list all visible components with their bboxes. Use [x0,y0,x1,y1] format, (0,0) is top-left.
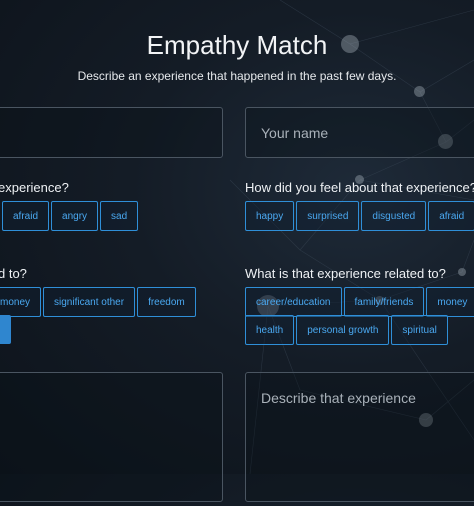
related-chip-personal-growth[interactable]: personal growth [296,315,390,345]
related-question: What is that experience related to? [245,266,446,281]
left-related-question: d to? [0,266,27,281]
left-name-input[interactable] [0,108,222,157]
name-input[interactable] [246,108,474,157]
left-feeling-chip-angry[interactable]: angry [51,201,99,231]
feeling-chip-afraid[interactable]: afraid [428,201,474,231]
page-subtitle: Describe an experience that happened in … [77,69,397,83]
describe-field[interactable] [245,372,474,502]
left-feeling-question: experience? [0,180,69,195]
page-title: Empathy Match [146,30,328,60]
left-feeling-chip-sad[interactable]: sad [100,201,139,231]
related-chip-health[interactable]: health [245,315,295,345]
left-feeling-chip-afraid[interactable]: afraid [2,201,50,231]
left-describe-field[interactable] [0,372,223,502]
describe-textarea[interactable] [246,373,474,501]
name-field[interactable] [245,107,474,158]
related-chip-career-education[interactable]: career/education [245,287,342,317]
left-related-chip-selected[interactable] [0,315,11,344]
related-chip-spiritual[interactable]: spiritual [391,315,448,345]
left-describe-textarea[interactable] [0,373,222,501]
related-chip-money[interactable]: money [426,287,474,317]
left-name-field[interactable] [0,107,223,158]
related-chips-row1: career/education family/friends money [245,287,474,317]
left-related-chip-freedom[interactable]: freedom [137,287,196,317]
left-feeling-chips: afraid angry sad [0,201,140,231]
feeling-chip-surprised[interactable]: surprised [296,201,360,231]
bg-dot [458,268,466,276]
feeling-question: How did you feel about that experience? [245,180,474,195]
left-related-chip-significant-other[interactable]: significant other [43,287,136,317]
feeling-chip-disgusted[interactable]: disgusted [361,201,427,231]
feeling-chip-happy[interactable]: happy [245,201,295,231]
related-chips-row2: health personal growth spiritual [245,315,450,345]
feeling-chips: happy surprised disgusted afraid [245,201,474,231]
left-related-chip-money[interactable]: money [0,287,42,317]
bg-dot [414,86,425,97]
left-related-chips-row1: money significant other freedom [0,287,198,317]
related-chip-family-friends[interactable]: family/friends [343,287,425,317]
